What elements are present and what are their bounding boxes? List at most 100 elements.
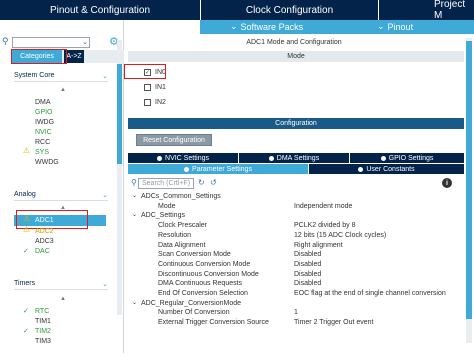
chevron-down-icon[interactable]: ⌄: [82, 38, 88, 46]
parameter-row[interactable]: External Trigger Conversion Source Timer …: [128, 318, 464, 327]
collapse-icon[interactable]: ↻: [198, 178, 205, 187]
software-packs-menu[interactable]: ⌄ Software Packs: [230, 21, 303, 32]
tab-pinout-configuration[interactable]: Pinout & Configuration: [0, 0, 200, 20]
parameter-row[interactable]: DMA Continuous Requests Disabled: [128, 279, 464, 288]
status-dot-icon: [358, 166, 364, 172]
parameter-value[interactable]: Disabled: [294, 260, 321, 269]
tab-label: User Constants: [366, 165, 415, 173]
parameter-group-row[interactable]: ⌄ ADC_Settings: [128, 211, 464, 220]
parameter-row[interactable]: Scan Conversion Mode Disabled: [128, 250, 464, 259]
tab-dma-settings[interactable]: DMA Settings: [239, 153, 349, 163]
tab-clock-configuration[interactable]: Clock Configuration: [200, 0, 378, 20]
parameter-value[interactable]: Disabled: [294, 250, 321, 259]
mode-input-in1[interactable]: IN1: [144, 82, 166, 92]
tab-user-constants[interactable]: User Constants: [309, 164, 464, 174]
parameter-name: DMA Continuous Requests: [158, 280, 243, 288]
parameter-value[interactable]: EOC flag at the end of single channel co…: [294, 289, 446, 298]
check-icon: ✓: [23, 248, 29, 255]
parameter-row[interactable]: Mode Independent mode: [128, 202, 464, 211]
expand-icon[interactable]: ↺: [210, 178, 217, 187]
parameter-value[interactable]: Independent mode: [294, 202, 352, 211]
warning-icon: ⚠: [23, 146, 31, 155]
top-tab-bar: Pinout & Configuration Clock Configurati…: [0, 0, 474, 21]
chevron-down-icon[interactable]: ⌄: [132, 192, 137, 201]
chevron-down-icon: ⌄: [377, 21, 385, 31]
tab-label: GPIO Settings: [388, 154, 434, 162]
parameter-search-input[interactable]: Search (Crtl+F): [138, 178, 194, 189]
tab-label: DMA Settings: [276, 154, 320, 162]
check-icon: ✓: [23, 328, 29, 335]
list-item-dac[interactable]: DAC: [35, 247, 50, 256]
mode-input-label: IN1: [155, 83, 166, 91]
list-item-wwdg[interactable]: WWDG: [35, 158, 59, 167]
left-scrollbar-thumb[interactable]: [117, 64, 122, 164]
list-item-dma[interactable]: DMA: [35, 98, 51, 107]
parameter-row[interactable]: End Of Conversion Selection EOC flag at t…: [128, 289, 464, 298]
list-item-sys[interactable]: SYS: [35, 148, 49, 157]
tab-label: Parameter Settings: [192, 165, 252, 173]
parameter-row[interactable]: Clock Prescaler PCLK2 divided by 8: [128, 221, 464, 230]
group-timers[interactable]: Timers ⌄: [14, 278, 108, 290]
sort-up-icon[interactable]: ▲: [60, 296, 66, 302]
parameter-group-row[interactable]: ⌄ ADCs_Common_Settings: [128, 192, 464, 201]
pinout-menu[interactable]: ⌄ Pinout: [377, 21, 413, 32]
parameter-value[interactable]: Timer 2 Trigger Out event: [294, 318, 374, 327]
right-scrollbar-thumb[interactable]: [466, 41, 472, 319]
list-item-gpio[interactable]: GPIO: [35, 108, 53, 117]
group-system-core[interactable]: System Core ⌄: [14, 70, 108, 82]
list-item-tim2[interactable]: TIM2: [35, 327, 51, 336]
parameter-row[interactable]: Number Of Conversion 1: [128, 308, 464, 317]
group-analog[interactable]: Analog ⌄: [14, 189, 108, 201]
reset-configuration-button[interactable]: Reset Configuration: [136, 134, 212, 146]
tab-gpio-settings[interactable]: GPIO Settings: [350, 153, 464, 163]
chevron-down-icon: ⌄: [102, 72, 108, 80]
tab-parameter-settings[interactable]: Parameter Settings: [128, 164, 308, 174]
search-input[interactable]: ⌄: [12, 37, 90, 48]
info-icon[interactable]: i: [442, 178, 452, 188]
list-item-rtc[interactable]: RTC: [35, 307, 49, 316]
parameter-name: External Trigger Conversion Source: [158, 319, 269, 327]
parameter-row[interactable]: Continuous Conversion Mode Disabled: [128, 260, 464, 269]
list-item-adc2[interactable]: ADC2: [35, 227, 54, 236]
checkbox[interactable]: [144, 83, 151, 91]
parameter-value[interactable]: Disabled: [294, 279, 321, 288]
parameter-value[interactable]: 12 bits (15 ADC Clock cycles): [294, 231, 386, 240]
tab-project-manager[interactable]: Project M: [378, 0, 474, 21]
checkbox[interactable]: [144, 98, 151, 106]
parameter-name: Mode: [158, 202, 176, 210]
parameter-group-row[interactable]: ⌄ ADC_Regular_ConversionMode: [128, 299, 464, 308]
group-label: Timers: [14, 280, 36, 287]
parameter-row[interactable]: Resolution 12 bits (15 ADC Clock cycles): [128, 231, 464, 240]
list-item-nvic[interactable]: NVIC: [35, 128, 52, 137]
chevron-down-icon[interactable]: ⌄: [132, 211, 137, 220]
parameter-value[interactable]: PCLK2 divided by 8: [294, 221, 355, 230]
chevron-down-icon[interactable]: ⌄: [132, 299, 137, 308]
tab-label: NVIC Settings: [165, 154, 209, 162]
list-item-adc3[interactable]: ADC3: [35, 237, 54, 246]
parameter-name: Clock Prescaler: [158, 222, 208, 230]
parameter-group-label: ADC_Settings: [141, 212, 185, 220]
parameter-value[interactable]: 1: [294, 308, 298, 317]
list-item-iwdg[interactable]: IWDG: [35, 118, 54, 127]
parameter-group-label: ADC_Regular_ConversionMode: [141, 299, 241, 307]
parameter-name: End Of Conversion Selection: [158, 290, 248, 297]
sort-up-icon[interactable]: ▲: [60, 87, 66, 93]
mode-input-in2[interactable]: IN2: [144, 97, 166, 107]
parameter-name: Continuous Conversion Mode: [158, 260, 251, 268]
highlight-box: [11, 49, 67, 64]
parameter-value[interactable]: Right alignment: [294, 241, 343, 250]
tab-nvic-settings[interactable]: NVIC Settings: [128, 153, 238, 163]
sub-toolbar: ⌄ Software Packs ⌄ Pinout: [200, 20, 474, 34]
list-item-tim3[interactable]: TIM3: [35, 337, 51, 346]
tab-a-z[interactable]: A->Z: [64, 50, 84, 63]
list-item-rcc[interactable]: RCC: [35, 138, 50, 147]
parameter-row[interactable]: Data Alignment Right alignment: [128, 241, 464, 250]
parameter-name: Number Of Conversion: [158, 309, 230, 317]
parameter-name: Data Alignment: [158, 241, 206, 249]
chevron-down-icon: ⌄: [102, 191, 108, 199]
status-dot-icon: [184, 166, 190, 172]
parameter-value[interactable]: Disabled: [294, 270, 321, 279]
parameter-row[interactable]: Discontinuous Conversion Mode Disabled: [128, 270, 464, 279]
list-item-tim1[interactable]: TIM1: [35, 317, 51, 326]
status-dot-icon: [157, 155, 163, 161]
